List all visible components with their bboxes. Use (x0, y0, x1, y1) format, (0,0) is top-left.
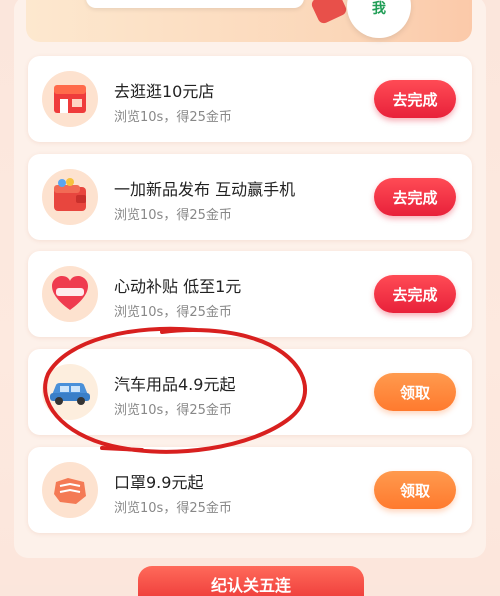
task-title: 去逛逛10元店 (114, 82, 215, 101)
go-complete-button[interactable]: 去完成 (374, 178, 456, 216)
task-card-mask: 口罩9.9元起 浏览10s，得25金币 领取 (28, 447, 472, 533)
task-title: 口罩9.9元起 (114, 473, 204, 492)
task-card-car-supplies: 汽车用品4.9元起 浏览10s，得25金币 领取 (28, 349, 472, 435)
car-icon (42, 364, 98, 420)
task-subtitle: 浏览10s，得25金币 (114, 110, 232, 125)
task-subtitle: 浏览10s，得25金币 (114, 208, 232, 223)
claim-button[interactable]: 领取 (374, 373, 456, 411)
heart-subsidy-icon (42, 266, 98, 322)
bottom-section-label: 纪认关五连 (210, 576, 291, 595)
mask-icon (42, 462, 98, 518)
task-title: 一加新品发布 互动赢手机 (114, 180, 296, 199)
store-10yuan-icon (42, 71, 98, 127)
task-card-heart-subsidy: 心动补贴 低至1元 浏览10s，得25金币 去完成 (28, 251, 472, 337)
task-subtitle: 浏览10s，得25金币 (114, 403, 232, 418)
task-title: 汽车用品4.9元起 (114, 375, 236, 394)
task-card-10yuan-store: 去逛逛10元店 浏览10s，得25金币 去完成 (28, 56, 472, 142)
task-card-oneplus-launch: 一加新品发布 互动赢手机 浏览10s，得25金币 去完成 (28, 154, 472, 240)
wallet-icon (42, 169, 98, 225)
go-complete-button[interactable]: 去完成 (374, 80, 456, 118)
claim-button[interactable]: 领取 (374, 471, 456, 509)
bottom-section-tab[interactable]: 纪认关五连 (138, 566, 364, 596)
top-tab-bar (86, 0, 304, 8)
task-title: 心动补贴 低至1元 (114, 277, 242, 296)
me-label: 我 (372, 1, 386, 17)
task-subtitle: 浏览10s，得25金币 (114, 501, 232, 516)
task-subtitle: 浏览10s，得25金币 (114, 305, 232, 320)
go-complete-button[interactable]: 去完成 (374, 275, 456, 313)
